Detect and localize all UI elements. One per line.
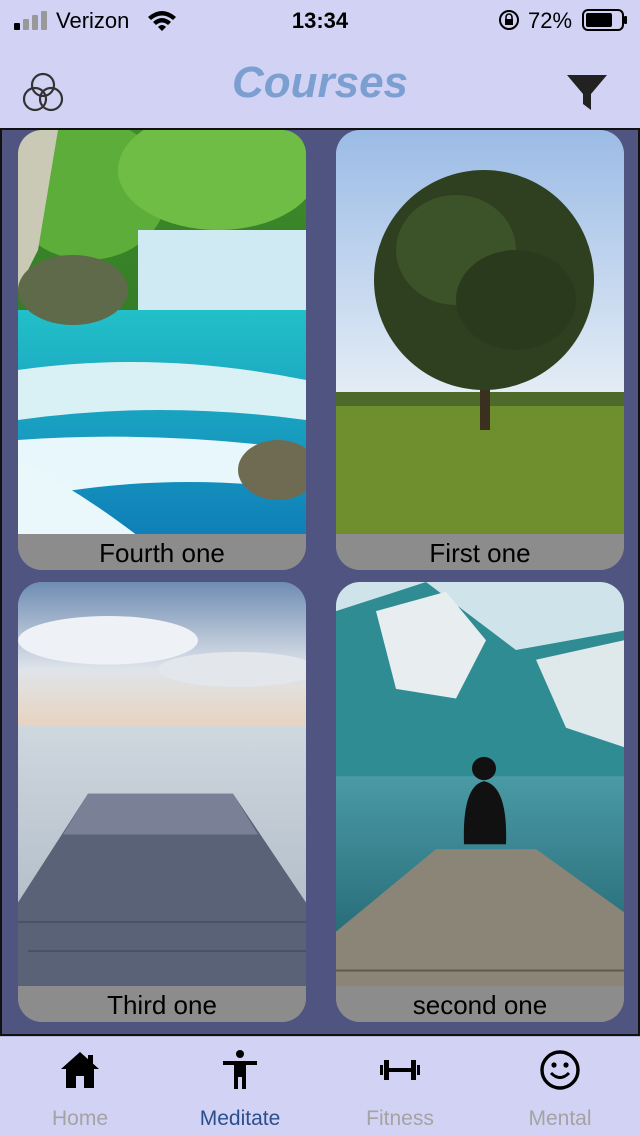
tab-mental[interactable]: Mental <box>480 1037 640 1136</box>
course-card-fourth[interactable]: Fourth one <box>18 130 306 570</box>
tab-label-meditate: Meditate <box>199 1107 281 1130</box>
course-label: Fourth one <box>18 534 306 570</box>
tree-image <box>336 130 624 536</box>
course-card-second[interactable]: second one <box>336 582 624 1022</box>
tab-label-fitness: Fitness <box>366 1107 434 1130</box>
home-icon <box>61 1052 99 1088</box>
tab-meditate[interactable]: Meditate <box>160 1037 320 1136</box>
courses-grid: Fourth one First one Third one second on… <box>0 128 640 1036</box>
meditation-lake-image <box>336 582 624 988</box>
battery-icon <box>582 9 627 31</box>
pier-image <box>18 582 306 988</box>
dumbbell-icon <box>380 1060 420 1080</box>
tab-home[interactable]: Home <box>0 1037 160 1136</box>
course-card-first[interactable]: First one <box>336 130 624 570</box>
course-label: Third one <box>18 986 306 1022</box>
tab-fitness[interactable]: Fitness <box>320 1037 480 1136</box>
course-label: second one <box>336 986 624 1022</box>
person-icon <box>223 1050 257 1089</box>
smile-icon <box>540 1050 580 1090</box>
battery-percent: 72% <box>528 8 573 33</box>
waterfall-image <box>18 130 306 536</box>
page-title: Courses <box>231 58 409 107</box>
status-bar: Verizon 13:34 72% <box>0 0 640 42</box>
tab-label-home: Home <box>51 1107 109 1130</box>
course-label: First one <box>336 534 624 570</box>
rotation-lock-icon <box>499 10 519 30</box>
header-bar: Courses <box>0 44 640 128</box>
course-card-third[interactable]: Third one <box>18 582 306 1022</box>
tab-bar: Home Meditate Fitness Mental <box>0 1036 640 1136</box>
tab-label-mental: Mental <box>528 1107 592 1130</box>
filter-icon[interactable] <box>564 70 610 116</box>
